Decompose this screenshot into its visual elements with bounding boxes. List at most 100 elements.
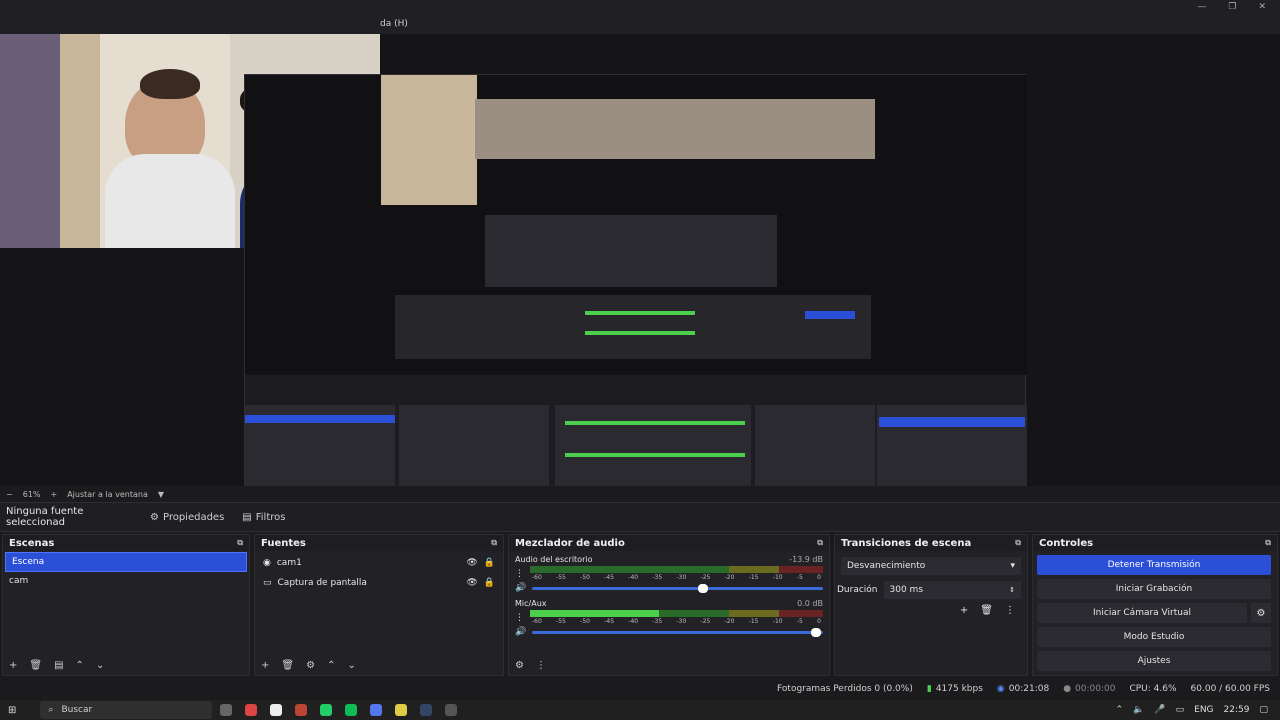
transitions-title: Transiciones de escena	[841, 537, 972, 549]
folder-icon[interactable]	[395, 704, 408, 716]
steam-icon[interactable]	[420, 704, 433, 716]
volume-slider[interactable]	[532, 627, 823, 637]
trash-icon[interactable]: 🗑	[29, 660, 42, 671]
sources-dock: Fuentes ⧉ ◉ cam1 👁 🔒 ▭ Captura de pantal…	[254, 534, 504, 676]
source-item-captura[interactable]: ▭ Captura de pantalla 👁 🔒	[255, 573, 503, 593]
close-icon[interactable]: ✕	[1258, 2, 1266, 12]
start-virtual-camera-button[interactable]: Iniciar Cámara Virtual	[1037, 603, 1247, 623]
move-up-icon[interactable]: ⌃	[327, 660, 335, 671]
scenes-dock: Escenas ⧉ Escena cam + 🗑 ▤ ⌃ ⌄	[2, 534, 250, 676]
music-icon[interactable]	[295, 704, 308, 716]
move-up-icon[interactable]: ⌃	[76, 660, 84, 671]
network-icon[interactable]: ▭	[1176, 705, 1185, 715]
meter-tick-label: -55	[556, 618, 566, 625]
store-icon[interactable]	[270, 704, 283, 716]
transition-select[interactable]: Desvanecimiento ▾	[841, 557, 1021, 575]
move-down-icon[interactable]: ⌄	[96, 660, 104, 671]
mixer-toolbar: ⚙ ⋮	[509, 655, 829, 675]
meter-tick-label: -50	[580, 618, 590, 625]
filter-icon[interactable]: ▤	[54, 660, 63, 671]
kebab-menu-icon[interactable]: ⋮	[536, 660, 546, 671]
scene-item-cam[interactable]: cam	[3, 572, 249, 592]
microphone-icon[interactable]: 🎤	[1154, 705, 1165, 715]
spinner-icon[interactable]: ⇕	[1009, 586, 1015, 594]
settings-button[interactable]: Ajustes	[1037, 651, 1271, 671]
channel-name: Audio del escritorio	[515, 555, 593, 564]
maximize-icon[interactable]: ❐	[1228, 2, 1236, 12]
spotify-icon[interactable]	[345, 704, 358, 716]
menu-help[interactable]: da (H)	[380, 19, 408, 29]
chrome-icon[interactable]	[245, 704, 258, 716]
taskbar-search[interactable]: ⌕ Buscar	[40, 701, 213, 719]
notification-icon[interactable]: ▢	[1259, 705, 1268, 715]
add-icon[interactable]: +	[960, 605, 968, 616]
add-icon[interactable]: +	[9, 660, 17, 671]
speaker-icon[interactable]: 🔊	[515, 627, 526, 637]
chevron-up-icon[interactable]: ⌃	[1116, 705, 1124, 715]
start-recording-button[interactable]: Iniciar Grabación	[1037, 579, 1271, 599]
gear-icon[interactable]: ⚙	[1251, 603, 1271, 623]
mixer-channel-desktop: Audio del escritorio -13.9 dB ⋮ -60 -55 -5…	[509, 551, 829, 593]
volume-icon[interactable]: 🔈	[1133, 705, 1144, 715]
eye-icon[interactable]: 👁	[466, 578, 477, 588]
meter-tick-label: -35	[652, 618, 663, 625]
discord-icon[interactable]	[370, 704, 383, 716]
monitor-icon: ▭	[263, 578, 272, 588]
duration-value: 300 ms	[889, 585, 924, 595]
language-indicator[interactable]: ENG	[1194, 705, 1213, 715]
kebab-menu-icon[interactable]: ⋮	[515, 613, 524, 623]
chevron-down-icon[interactable]: ▼	[158, 490, 164, 499]
windows-start-icon[interactable]: ⊞	[8, 705, 16, 716]
gear-icon[interactable]: ⚙	[306, 660, 315, 671]
volume-slider[interactable]	[532, 583, 823, 593]
popout-icon[interactable]: ⧉	[1265, 538, 1271, 548]
scenes-toolbar: + 🗑 ▤ ⌃ ⌄	[3, 655, 249, 675]
trash-icon[interactable]: 🗑	[281, 660, 294, 671]
broadcast-icon: ◉	[996, 684, 1005, 694]
popout-icon[interactable]: ⧉	[237, 538, 243, 548]
obs-icon[interactable]	[445, 704, 458, 716]
filters-button[interactable]: ▤ Filtros	[242, 512, 285, 523]
lock-icon[interactable]: 🔒	[484, 558, 495, 568]
speaker-icon[interactable]: 🔊	[515, 583, 526, 593]
meter-tick-label: -20	[724, 618, 735, 625]
kebab-menu-icon[interactable]: ⋮	[1005, 605, 1015, 616]
preview-canvas[interactable]	[0, 34, 1280, 516]
duration-input[interactable]: 300 ms ⇕	[883, 581, 1021, 599]
menu-bar: da (H)	[0, 14, 1280, 34]
transition-value: Desvanecimiento	[847, 561, 926, 571]
task-view-icon[interactable]	[220, 704, 233, 716]
stop-stream-button[interactable]: Detener Transmisión	[1037, 555, 1271, 575]
minimize-icon[interactable]: —	[1197, 2, 1206, 12]
popout-icon[interactable]: ⧉	[817, 538, 823, 548]
slider-knob[interactable]	[697, 583, 708, 593]
camera-icon: ◉	[263, 558, 271, 568]
lock-icon[interactable]: 🔒	[484, 578, 495, 588]
add-icon[interactable]: +	[261, 660, 269, 671]
studio-mode-button[interactable]: Modo Estudio	[1037, 627, 1271, 647]
whatsapp-icon[interactable]	[320, 704, 333, 716]
chevron-down-icon: ▾	[1010, 561, 1015, 571]
nested-preview	[244, 74, 1027, 516]
gear-icon[interactable]: ⚙	[515, 660, 524, 671]
scene-item-escena[interactable]: Escena	[5, 552, 247, 572]
source-item-cam1[interactable]: ◉ cam1 👁 🔒	[255, 553, 503, 573]
signal-icon: ▮	[926, 684, 932, 694]
record-timer: ● 00:00:00	[1063, 684, 1115, 694]
bitrate-indicator: ▮ 4175 kbps	[927, 684, 983, 694]
popout-icon[interactable]: ⧉	[1015, 538, 1021, 548]
transitions-title-bar: Transiciones de escena ⧉	[835, 535, 1027, 551]
zoom-in-button[interactable]: +	[50, 490, 57, 499]
popout-icon[interactable]: ⧉	[491, 538, 497, 548]
eye-icon[interactable]: 👁	[466, 558, 477, 568]
kebab-menu-icon[interactable]: ⋮	[515, 569, 524, 579]
move-down-icon[interactable]: ⌄	[347, 660, 355, 671]
properties-button[interactable]: ⚙ Propiedades	[150, 512, 224, 523]
slider-knob[interactable]	[811, 627, 822, 637]
meter-ticks: -60 -55 -50 -45 -40 -35 -30 -25 -20 -15 -10 -5 0	[530, 618, 823, 625]
trash-icon[interactable]: 🗑	[980, 605, 993, 616]
fit-window-button[interactable]: Ajustar a la ventana	[67, 490, 148, 499]
zoom-out-button[interactable]: −	[6, 490, 13, 499]
meter-tick-label: -45	[604, 574, 615, 581]
clock[interactable]: 22:59	[1224, 705, 1250, 715]
